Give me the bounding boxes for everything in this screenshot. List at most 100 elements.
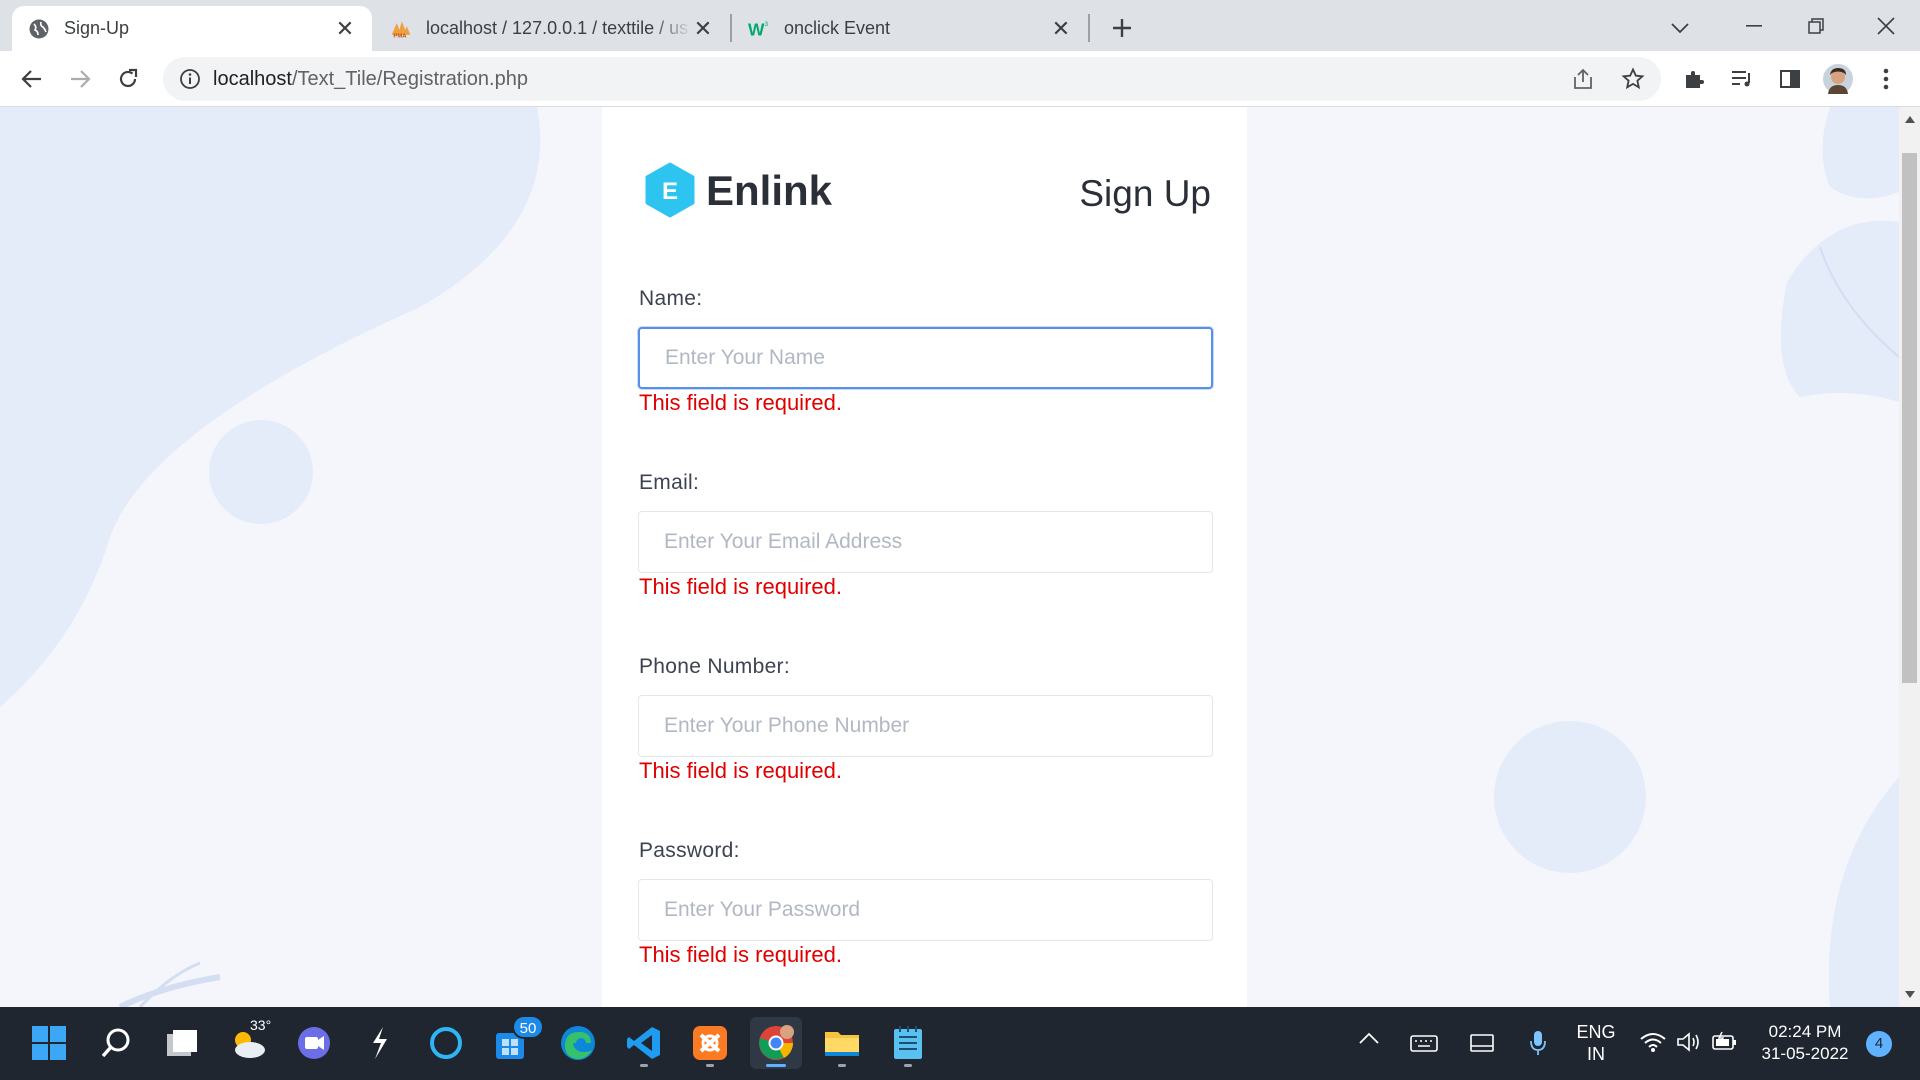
page-viewport: E Enlink Sign Up Name: This field is req… — [0, 107, 1899, 1007]
avatar — [1823, 64, 1853, 94]
enlink-logo: E — [642, 162, 698, 218]
xampp-icon — [693, 1026, 727, 1060]
chevron-down-icon — [1671, 23, 1689, 34]
more-vertical-icon — [1883, 68, 1889, 90]
close-icon — [1877, 17, 1895, 35]
notification-badge: 50 — [512, 1015, 544, 1039]
svg-text:PMA: PMA — [393, 33, 407, 39]
language-indicator[interactable]: ENG IN — [1572, 1021, 1620, 1065]
notification-count-badge[interactable]: 4 — [1866, 1031, 1892, 1057]
cortana-button[interactable] — [420, 1017, 472, 1069]
tab-separator — [1088, 14, 1090, 42]
show-hidden-icons-button[interactable] — [1358, 1031, 1382, 1055]
side-panel-icon — [1780, 70, 1800, 88]
teams-chat-button[interactable] — [288, 1017, 340, 1069]
close-window-button[interactable] — [1860, 6, 1912, 46]
info-icon[interactable] — [179, 68, 201, 90]
svg-text:W: W — [748, 19, 765, 39]
close-icon[interactable]: ✕ — [1050, 16, 1072, 41]
vscode-icon — [627, 1027, 660, 1059]
tab-search-button[interactable] — [1662, 10, 1698, 46]
svg-text:3: 3 — [765, 21, 769, 28]
menu-button[interactable] — [1866, 59, 1906, 99]
file-explorer-button[interactable] — [816, 1017, 868, 1069]
search-icon — [101, 1028, 130, 1058]
new-tab-button[interactable] — [1104, 10, 1140, 46]
bookmark-star-icon[interactable] — [1621, 67, 1645, 91]
chrome-icon — [759, 1025, 794, 1060]
scrollbar-thumb[interactable] — [1902, 153, 1917, 683]
url-text[interactable]: localhost/Text_Tile/Registration.php — [213, 68, 528, 91]
microphone-icon[interactable] — [1528, 1029, 1548, 1062]
edge-button[interactable] — [552, 1017, 604, 1069]
windows-icon — [32, 1026, 66, 1060]
scrollbar[interactable] — [1899, 107, 1920, 1007]
wifi-icon[interactable] — [1640, 1031, 1666, 1058]
tab-sign-up[interactable]: Sign-Up ✕ — [12, 6, 372, 51]
keyboard-icon[interactable] — [1410, 1033, 1438, 1058]
phone-error: This field is required. — [639, 758, 842, 783]
profile-button[interactable] — [1818, 59, 1858, 99]
clock[interactable]: 02:24 PM 31-05-2022 — [1750, 1021, 1860, 1065]
tab-phpmyadmin[interactable]: PMA localhost / 127.0.0.1 / texttile / u… — [374, 6, 730, 51]
back-button[interactable] — [12, 59, 52, 99]
weather-widget[interactable]: 33° — [222, 1017, 274, 1069]
w3schools-icon: W3 — [748, 18, 770, 40]
name-label: Name: — [639, 287, 703, 310]
phone-input[interactable] — [638, 695, 1213, 757]
battery-icon[interactable] — [1712, 1031, 1738, 1058]
arrow-right-icon — [71, 70, 91, 88]
task-view-button[interactable] — [156, 1017, 208, 1069]
tab-title: localhost / 127.0.0.1 / texttile / us — [426, 18, 689, 38]
email-label: Email: — [639, 471, 700, 494]
scroll-up-icon[interactable] — [1905, 115, 1915, 123]
scroll-down-icon[interactable] — [1905, 991, 1915, 999]
edge-icon — [561, 1026, 595, 1060]
xampp-button[interactable] — [684, 1017, 736, 1069]
name-error: This field is required. — [639, 390, 842, 415]
reload-button[interactable] — [108, 59, 148, 99]
browser-toolbar: localhost/Text_Tile/Registration.php — [0, 51, 1920, 107]
extensions-button[interactable] — [1674, 59, 1714, 99]
date-text: 31-05-2022 — [1761, 1044, 1849, 1063]
sublime-text-button[interactable] — [354, 1017, 406, 1069]
notepad-button[interactable] — [882, 1017, 934, 1069]
close-icon[interactable]: ✕ — [334, 16, 356, 41]
address-bar[interactable]: localhost/Text_Tile/Registration.php — [163, 57, 1661, 101]
chrome-button[interactable] — [750, 1017, 802, 1069]
signup-card: E Enlink Sign Up Name: This field is req… — [602, 107, 1247, 1007]
volume-icon[interactable] — [1676, 1031, 1702, 1058]
email-error: This field is required. — [639, 574, 842, 599]
arrow-left-icon — [21, 70, 41, 88]
media-control-button[interactable] — [1722, 59, 1762, 99]
restore-icon — [1808, 18, 1824, 34]
time-text: 02:24 PM — [1768, 1022, 1842, 1041]
restore-button[interactable] — [1790, 6, 1842, 46]
start-button[interactable] — [23, 1017, 75, 1069]
weather-temperature: 33° — [250, 1017, 272, 1033]
close-icon[interactable]: ✕ — [692, 16, 714, 41]
region-code: IN — [1587, 1044, 1605, 1064]
vscode-button[interactable] — [618, 1017, 670, 1069]
password-error: This field is required. — [639, 942, 842, 967]
minimize-button[interactable] — [1728, 6, 1780, 46]
share-icon[interactable] — [1571, 67, 1595, 91]
tab-title: Sign-Up — [64, 18, 130, 38]
playlist-icon — [1732, 71, 1750, 87]
tab-onclick-event[interactable]: W3 onclick Event ✕ — [732, 6, 1088, 51]
svg-text:E: E — [662, 178, 678, 205]
sublime-icon — [373, 1027, 387, 1059]
side-panel-button[interactable] — [1770, 59, 1810, 99]
tablet-mode-icon[interactable] — [1470, 1033, 1494, 1058]
name-input[interactable] — [638, 327, 1213, 389]
windows-taskbar: 33° 50 ENG IN 02:24 PM 31-05-2022 4 — [0, 1007, 1920, 1080]
email-input[interactable] — [638, 511, 1213, 573]
store-button[interactable]: 50 — [486, 1015, 544, 1069]
search-button[interactable] — [90, 1017, 142, 1069]
phone-label: Phone Number: — [639, 655, 790, 678]
language-code: ENG — [1576, 1022, 1616, 1042]
forward-button[interactable] — [60, 59, 100, 99]
password-input[interactable] — [638, 879, 1213, 941]
tab-strip: Sign-Up ✕ PMA localhost / 127.0.0.1 / te… — [0, 0, 1920, 51]
brand-name: Enlink — [706, 167, 833, 214]
